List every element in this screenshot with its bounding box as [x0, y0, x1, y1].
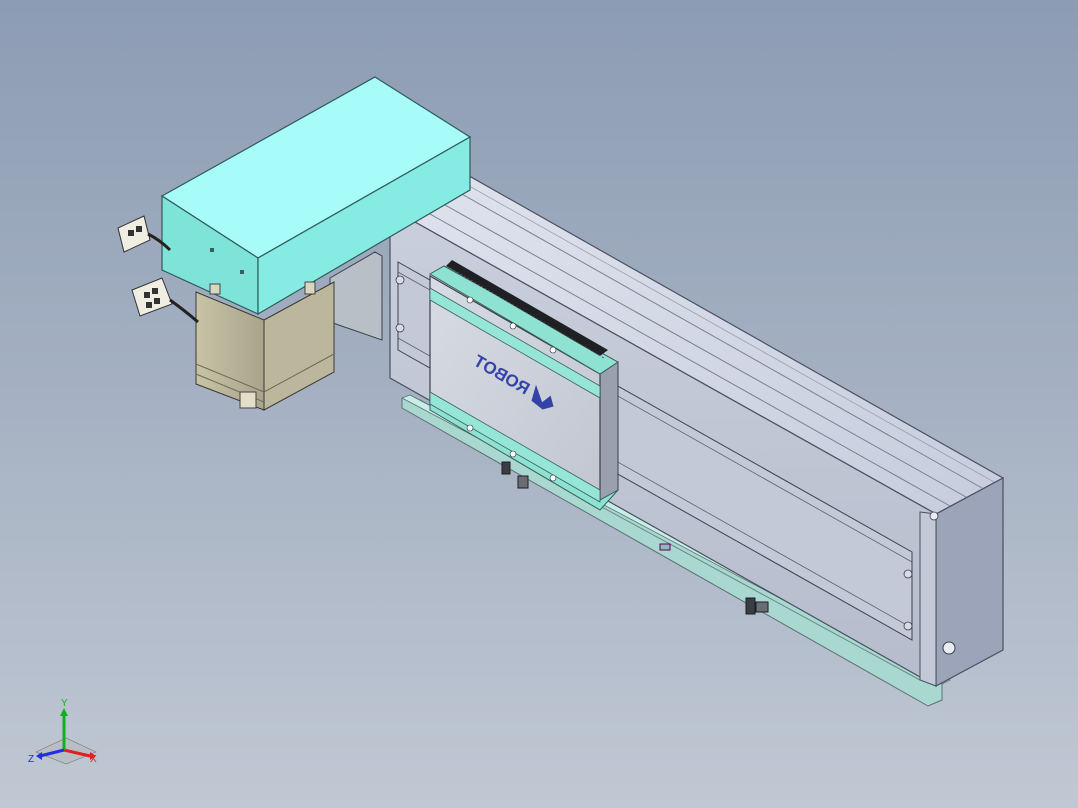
cable-connector-lower — [131, 277, 199, 324]
y-axis-label: Y — [61, 698, 68, 709]
x-axis-label: X — [90, 754, 97, 765]
orientation-triad[interactable]: X Y Z — [26, 694, 106, 774]
z-axis-label: Z — [28, 754, 34, 765]
cad-viewport[interactable]: ROBOT X Y Z — [0, 0, 1078, 808]
linear-module-model[interactable]: ROBOT — [0, 0, 1078, 808]
